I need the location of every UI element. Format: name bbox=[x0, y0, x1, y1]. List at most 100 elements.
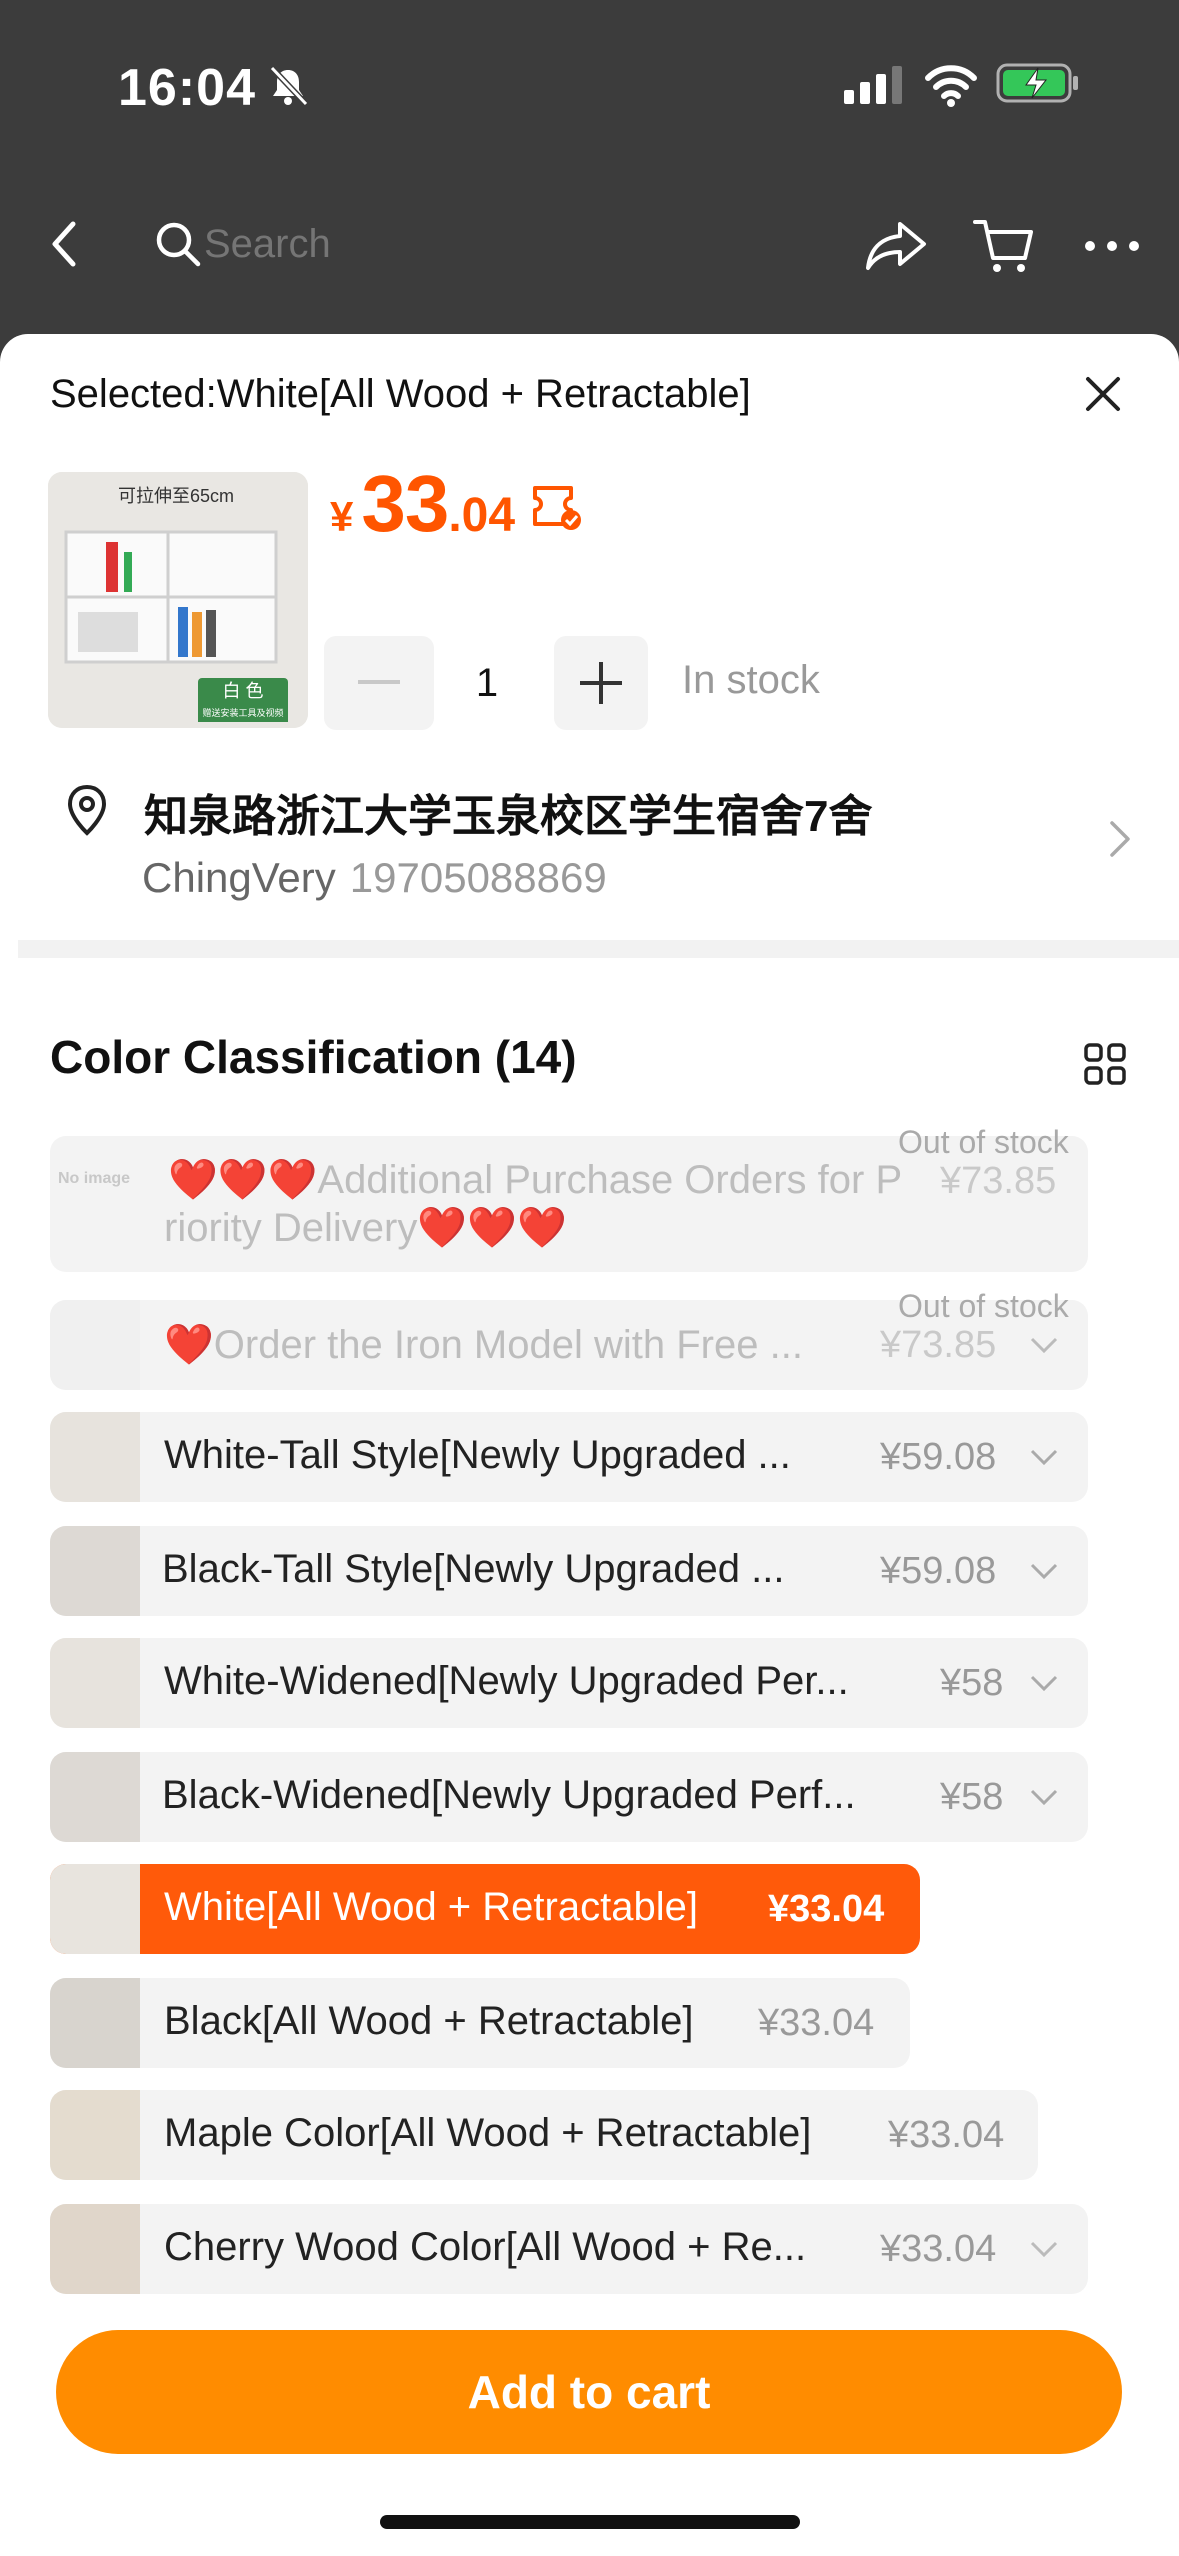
price-decimal: .04 bbox=[448, 489, 516, 542]
more-button[interactable] bbox=[1058, 182, 1166, 310]
option-price: ¥33.04 bbox=[880, 2228, 997, 2270]
option-label-line2: riority Delivery❤️❤️❤️ bbox=[164, 1206, 567, 1250]
option-price: ¥58 bbox=[940, 1776, 1004, 1818]
option-expand-button[interactable] bbox=[1012, 1752, 1076, 1842]
price-currency: ¥ bbox=[330, 493, 354, 540]
option-item[interactable]: Cherry Wood Color[All Wood + Re... ¥33.0… bbox=[50, 2204, 1088, 2294]
option-item[interactable]: Black[All Wood + Retractable] ¥33.04 bbox=[50, 1978, 910, 2068]
option-label: White-Widened[Newly Upgraded Per... bbox=[164, 1659, 849, 1703]
close-button[interactable] bbox=[1064, 342, 1142, 446]
chevron-down-icon bbox=[1030, 1449, 1058, 1465]
option-price: ¥73.85 bbox=[940, 1160, 1057, 1202]
minus-icon bbox=[358, 680, 400, 684]
section-title: Color Classification (14) bbox=[50, 1031, 577, 1083]
option-price: ¥33.04 bbox=[888, 2114, 1005, 2156]
search-bar[interactable] bbox=[128, 196, 828, 292]
product-image-badge: 白 色 bbox=[198, 678, 288, 704]
chevron-down-icon bbox=[1030, 2241, 1058, 2257]
option-thumb bbox=[50, 1638, 140, 1728]
option-expand-button[interactable] bbox=[1012, 2204, 1076, 2294]
close-icon bbox=[1086, 377, 1120, 411]
stock-status: In stock bbox=[682, 658, 820, 702]
price-integer: 33 bbox=[361, 459, 449, 548]
option-item[interactable]: Black-Tall Style[Newly Upgraded ... ¥59.… bbox=[50, 1526, 1088, 1616]
contact-phone: 19705088869 bbox=[349, 854, 607, 901]
option-label: ❤️❤️❤️Additional Purchase Orders for P bbox=[168, 1158, 903, 1202]
cart-icon bbox=[973, 220, 1033, 272]
home-indicator[interactable] bbox=[380, 2515, 800, 2529]
out-of-stock-tag: Out of stock bbox=[898, 1124, 1069, 1160]
signal-icon bbox=[844, 66, 902, 104]
out-of-stock-tag: Out of stock bbox=[898, 1288, 1069, 1324]
chevron-down-icon bbox=[1030, 1675, 1058, 1691]
product-image[interactable]: 可拉伸至65cm 白 色 赠送安装工具及视频 bbox=[48, 472, 308, 728]
option-item[interactable]: Maple Color[All Wood + Retractable] ¥33.… bbox=[50, 2090, 1038, 2180]
wifi-icon bbox=[925, 65, 977, 107]
address-contact[interactable]: ChingVery 19705088869 bbox=[142, 854, 607, 902]
more-dots-icon bbox=[1085, 241, 1139, 251]
price: ¥ 33 .04 bbox=[330, 458, 583, 554]
plus-icon bbox=[580, 662, 622, 704]
search-input[interactable] bbox=[202, 218, 606, 270]
cart-button[interactable] bbox=[950, 182, 1058, 310]
address-line[interactable]: 知泉路浙江大学玉泉校区学生宿舍7舍 bbox=[144, 780, 872, 844]
option-label: Black-Tall Style[Newly Upgraded ... bbox=[162, 1547, 785, 1591]
share-icon bbox=[866, 222, 926, 270]
chevron-down-icon bbox=[1030, 1789, 1058, 1805]
option-label: White[All Wood + Retractable] bbox=[164, 1885, 698, 1929]
option-thumb bbox=[50, 1752, 140, 1842]
option-price: ¥59.08 bbox=[880, 1550, 997, 1592]
option-price: ¥59.08 bbox=[880, 1436, 997, 1478]
option-label: Black[All Wood + Retractable] bbox=[164, 1999, 694, 2043]
option-thumb bbox=[50, 1526, 140, 1616]
option-label: Black-Widened[Newly Upgraded Perf... bbox=[162, 1773, 856, 1817]
status-time: 16:04 bbox=[118, 59, 256, 117]
option-thumb bbox=[50, 1864, 140, 1954]
option-price: ¥33.04 bbox=[768, 1888, 885, 1930]
option-thumb bbox=[50, 2204, 140, 2294]
option-thumb-placeholder: No image bbox=[58, 1170, 131, 1187]
product-image-badge-sub: 赠送安装工具及视频 bbox=[198, 704, 288, 722]
option-expand-button[interactable] bbox=[1012, 1412, 1076, 1502]
selected-variant-label: Selected:White[All Wood + Retractable] bbox=[50, 372, 751, 416]
option-price: ¥73.85 bbox=[880, 1324, 997, 1366]
address-chevron-button[interactable] bbox=[1074, 782, 1166, 896]
chevron-right-icon bbox=[1110, 821, 1130, 857]
option-thumb bbox=[50, 1412, 140, 1502]
option-item-selected[interactable]: White[All Wood + Retractable] ¥33.04 bbox=[50, 1864, 920, 1954]
silent-bell-icon bbox=[269, 65, 309, 107]
coupon-check-icon[interactable] bbox=[529, 480, 583, 532]
share-button[interactable] bbox=[844, 182, 948, 310]
grid-icon bbox=[1084, 1043, 1126, 1085]
option-price: ¥33.04 bbox=[758, 2002, 875, 2044]
battery-charging-icon bbox=[996, 63, 1078, 103]
option-price: ¥58 bbox=[940, 1662, 1004, 1704]
quantity-increase-button[interactable] bbox=[554, 636, 648, 730]
product-image-caption: 可拉伸至65cm bbox=[118, 486, 235, 506]
chevron-down-icon bbox=[1030, 1563, 1058, 1579]
search-icon bbox=[156, 222, 201, 267]
section-divider bbox=[18, 940, 1179, 958]
grid-view-button[interactable] bbox=[1058, 1014, 1152, 1114]
location-button[interactable] bbox=[42, 760, 132, 860]
option-thumb bbox=[50, 1300, 140, 1390]
chevron-left-icon bbox=[52, 221, 76, 267]
back-button[interactable] bbox=[22, 196, 108, 292]
option-label: White-Tall Style[Newly Upgraded ... bbox=[164, 1433, 791, 1477]
option-label: Cherry Wood Color[All Wood + Re... bbox=[164, 2225, 807, 2269]
status-bar: 16:04 bbox=[0, 0, 1179, 170]
option-thumb bbox=[50, 2090, 140, 2180]
quantity-decrease-button[interactable] bbox=[324, 636, 434, 730]
option-expand-button[interactable] bbox=[1012, 1526, 1076, 1616]
option-item[interactable]: Black-Widened[Newly Upgraded Perf... ¥58 bbox=[50, 1752, 1088, 1842]
location-pin-icon bbox=[67, 784, 107, 836]
option-item[interactable]: White-Widened[Newly Upgraded Per... ¥58 bbox=[50, 1638, 1088, 1728]
option-label: Maple Color[All Wood + Retractable] bbox=[164, 2111, 812, 2155]
option-label: ❤️Order the Iron Model with Free ... bbox=[164, 1323, 803, 1367]
quantity-value[interactable]: 1 bbox=[440, 636, 534, 730]
add-to-cart-button[interactable]: Add to cart bbox=[56, 2330, 1122, 2454]
option-expand-button[interactable] bbox=[1012, 1638, 1076, 1728]
option-thumb bbox=[50, 1978, 140, 2068]
chevron-down-icon bbox=[1030, 1337, 1058, 1353]
option-item[interactable]: White-Tall Style[Newly Upgraded ... ¥59.… bbox=[50, 1412, 1088, 1502]
